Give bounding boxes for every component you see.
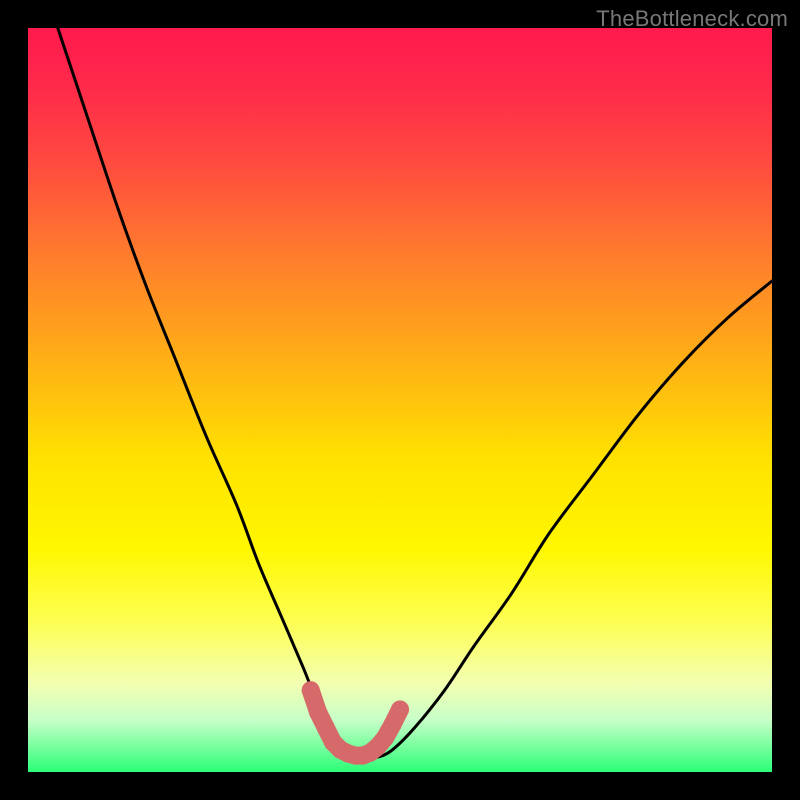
valley-marker <box>302 681 320 699</box>
curve-svg <box>28 28 772 772</box>
valley-markers <box>302 681 409 764</box>
plot-area <box>28 28 772 772</box>
valley-marker <box>391 701 409 719</box>
bottleneck-curve <box>58 28 772 758</box>
watermark-text: TheBottleneck.com <box>596 6 788 32</box>
outer-frame: TheBottleneck.com <box>0 0 800 800</box>
